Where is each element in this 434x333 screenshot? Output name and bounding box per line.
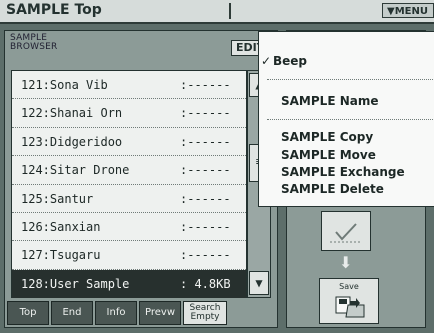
- sample-size: :------: [180, 248, 231, 263]
- list-item[interactable]: 128:User Sample : 4.8KB: [12, 269, 246, 299]
- sample-size: :------: [180, 163, 231, 178]
- check-box[interactable]: [321, 211, 371, 251]
- menu-item-sample-copy[interactable]: SAMPLE Copy: [259, 130, 434, 146]
- list-item[interactable]: 125:Santur :------: [12, 185, 246, 213]
- menu-button[interactable]: ▼MENU: [382, 3, 434, 18]
- menu-item-label: SAMPLE Delete: [281, 182, 384, 196]
- top-button[interactable]: Top: [7, 301, 49, 325]
- list-item[interactable]: 121:Sona Vib :------: [12, 71, 246, 100]
- sample-size: : 4.8KB: [180, 276, 231, 291]
- save-label: Save: [339, 282, 359, 291]
- scroll-down-arrow-icon[interactable]: ▼: [249, 271, 269, 295]
- sample-size: :------: [180, 78, 231, 92]
- menu-separator: [267, 79, 434, 80]
- sample-name: 122:Shanai Orn: [21, 106, 123, 121]
- menu-item-label: SAMPLE Move: [281, 148, 376, 162]
- sample-name: 124:Sitar Drone: [21, 163, 130, 178]
- sample-name: 123:Didgeridoo: [21, 134, 123, 149]
- menu-item-sample-move[interactable]: SAMPLE Move: [259, 148, 434, 164]
- menu-item-sample-exchange[interactable]: SAMPLE Exchange: [259, 165, 434, 181]
- menu-item-beep[interactable]: ✓ Beep: [259, 54, 434, 70]
- info-button[interactable]: Info: [95, 301, 137, 325]
- edit-menu-dropdown: ✓ Beep SAMPLE Name SAMPLE Copy SAMPLE Mo…: [258, 31, 434, 207]
- menu-item-label: SAMPLE Name: [281, 94, 379, 108]
- search-empty-button[interactable]: Search Empty: [183, 301, 227, 325]
- sample-size: :------: [180, 191, 231, 206]
- sample-name: 128:User Sample: [21, 276, 130, 291]
- sample-size: :------: [180, 106, 231, 121]
- list-item[interactable]: 124:Sitar Drone :------: [12, 156, 246, 185]
- arrow-down-icon: ⬇: [339, 253, 353, 272]
- list-item[interactable]: 126:Sanxian :------: [12, 213, 246, 242]
- sample-name: 127:Tsugaru: [21, 248, 101, 263]
- page-title: SAMPLE Top: [6, 2, 102, 18]
- list-item[interactable]: 127:Tsugaru :------: [12, 241, 246, 270]
- check-icon: [330, 223, 362, 243]
- menu-item-label: Beep: [273, 54, 308, 68]
- menu-separator: [267, 119, 434, 120]
- sample-name: 126:Sanxian: [21, 219, 101, 234]
- sample-name: 125:Santur: [21, 191, 94, 206]
- menu-item-sample-delete[interactable]: SAMPLE Delete: [259, 182, 434, 198]
- sample-size: :------: [180, 219, 231, 234]
- check-icon: ✓: [261, 54, 272, 68]
- end-button[interactable]: End: [51, 301, 93, 325]
- menu-item-label: SAMPLE Exchange: [281, 165, 405, 179]
- save-button[interactable]: Save: [319, 278, 379, 324]
- function-button-row: Top End Info Prevw Search Empty: [5, 301, 279, 325]
- browser-label: SAMPLE BROWSER: [10, 33, 58, 52]
- title-bar: SAMPLE Top ▼MENU: [0, 0, 434, 24]
- menu-item-sample-name[interactable]: SAMPLE Name: [259, 94, 434, 110]
- list-item[interactable]: 122:Shanai Orn :------: [12, 99, 246, 128]
- title-divider: [229, 3, 231, 19]
- list-item[interactable]: 123:Didgeridoo :------: [12, 128, 246, 157]
- sample-name: 121:Sona Vib: [21, 78, 108, 92]
- menu-item-label: SAMPLE Copy: [281, 130, 374, 144]
- preview-button[interactable]: Prevw: [139, 301, 181, 325]
- sample-browser-panel: SAMPLE BROWSER EDIT 121:Sona Vib:------ 1…: [4, 30, 279, 328]
- sample-size: :------: [180, 134, 231, 149]
- sample-list: 121:Sona Vib :------ 122:Shanai Orn :------…: [11, 70, 247, 299]
